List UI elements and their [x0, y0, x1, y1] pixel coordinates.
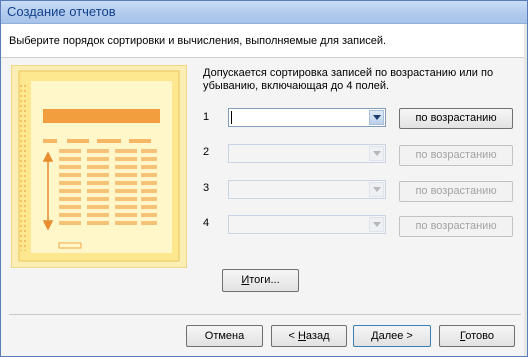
sort-row-2-number: 2: [203, 146, 210, 158]
title-bar[interactable]: Создание отчетов: [1, 1, 527, 24]
chevron-down-icon[interactable]: [369, 217, 384, 232]
chevron-down-icon[interactable]: [369, 110, 384, 125]
next-label: алее >: [378, 330, 413, 342]
back-label: азад: [305, 330, 330, 342]
window-title: Создание отчетов: [7, 4, 116, 19]
sort-field-2-combo[interactable]: [228, 144, 386, 163]
sort-field-1-combo[interactable]: [228, 108, 386, 127]
totals-button[interactable]: Итоги...: [222, 269, 299, 292]
back-button[interactable]: < Назад: [271, 325, 347, 347]
header-band: Выберите порядок сортировки и вычисления…: [1, 24, 527, 58]
sort-order-3-button[interactable]: по возрастанию: [399, 181, 513, 202]
next-button[interactable]: Далее >: [353, 325, 431, 347]
text-caret: [231, 111, 232, 124]
sort-order-2-button[interactable]: по возрастанию: [399, 145, 513, 166]
chevron-down-icon[interactable]: [369, 182, 384, 197]
sort-row-4-number: 4: [203, 217, 210, 229]
sort-field-3-combo[interactable]: [228, 180, 386, 199]
instruction-text: Выберите порядок сортировки и вычисления…: [9, 35, 387, 47]
report-wizard-window: Создание отчетов Выберите порядок сортир…: [0, 0, 528, 357]
sort-row-1-number: 1: [203, 111, 210, 123]
sort-row-3-number: 3: [203, 182, 210, 194]
back-accel: Н: [297, 330, 306, 342]
next-accel: Д: [371, 330, 379, 342]
info-text: Допускается сортировка записей по возрас…: [203, 67, 494, 92]
cancel-button[interactable]: Отмена: [186, 325, 263, 347]
finish-label: отово: [465, 330, 494, 342]
sort-order-4-button[interactable]: по возрастанию: [399, 216, 513, 237]
finish-button[interactable]: Готово: [439, 325, 515, 347]
sort-field-4-combo[interactable]: [228, 215, 386, 234]
report-preview-icon: [10, 64, 188, 269]
chevron-down-icon[interactable]: [369, 146, 384, 161]
totals-label: тоги...: [249, 274, 280, 286]
back-prefix: <: [288, 330, 298, 342]
footer-divider: [9, 314, 521, 315]
sort-order-1-button[interactable]: по возрастанию: [399, 108, 513, 129]
window-right-edge: [524, 24, 527, 356]
